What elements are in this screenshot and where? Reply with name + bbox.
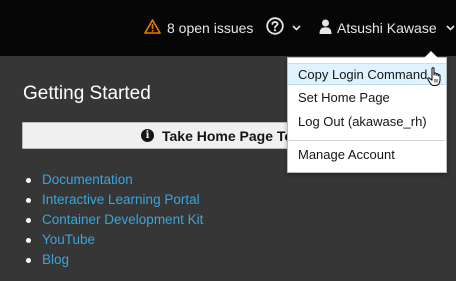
getting-started-links: Documentation Interactive Learning Porta… (24, 170, 203, 270)
user-menu-button[interactable]: Atsushi Kawase (319, 17, 455, 39)
menu-item-copy-login-command[interactable]: Copy Login Command (288, 63, 446, 85)
link-blog[interactable]: Blog (24, 250, 203, 270)
menu-item-set-home-page[interactable]: Set Home Page (288, 87, 446, 109)
info-circle-icon: i (141, 129, 154, 142)
user-icon (319, 19, 332, 37)
user-dropdown-menu: Copy Login Command Set Home Page Log Out… (287, 51, 447, 173)
link-documentation[interactable]: Documentation (24, 170, 203, 190)
page-title: Getting Started (23, 83, 151, 104)
caret-down-icon (446, 23, 455, 34)
hand-pointer-cursor-icon (427, 67, 443, 92)
menu-item-log-out[interactable]: Log Out (akawase_rh) (288, 111, 446, 133)
open-issues-label: 8 open issues (167, 20, 254, 36)
dropdown-arrow (424, 51, 438, 58)
user-name: Atsushi Kawase (337, 20, 437, 36)
caret-down-icon (292, 23, 301, 34)
link-youtube[interactable]: YouTube (24, 230, 203, 250)
link-container-development-kit[interactable]: Container Development Kit (24, 210, 203, 230)
take-home-page-tour-button[interactable]: i Take Home Page Tour (22, 122, 322, 149)
help-circle-icon (266, 16, 284, 40)
open-issues-button[interactable]: 8 open issues (144, 17, 253, 39)
menu-divider (289, 140, 445, 141)
help-menu-button[interactable] (266, 16, 301, 40)
tour-button-label: Take Home Page Tour (162, 127, 307, 144)
warning-triangle-icon (144, 19, 161, 37)
menu-item-manage-account[interactable]: Manage Account (288, 144, 446, 166)
link-interactive-learning-portal[interactable]: Interactive Learning Portal (24, 190, 203, 210)
